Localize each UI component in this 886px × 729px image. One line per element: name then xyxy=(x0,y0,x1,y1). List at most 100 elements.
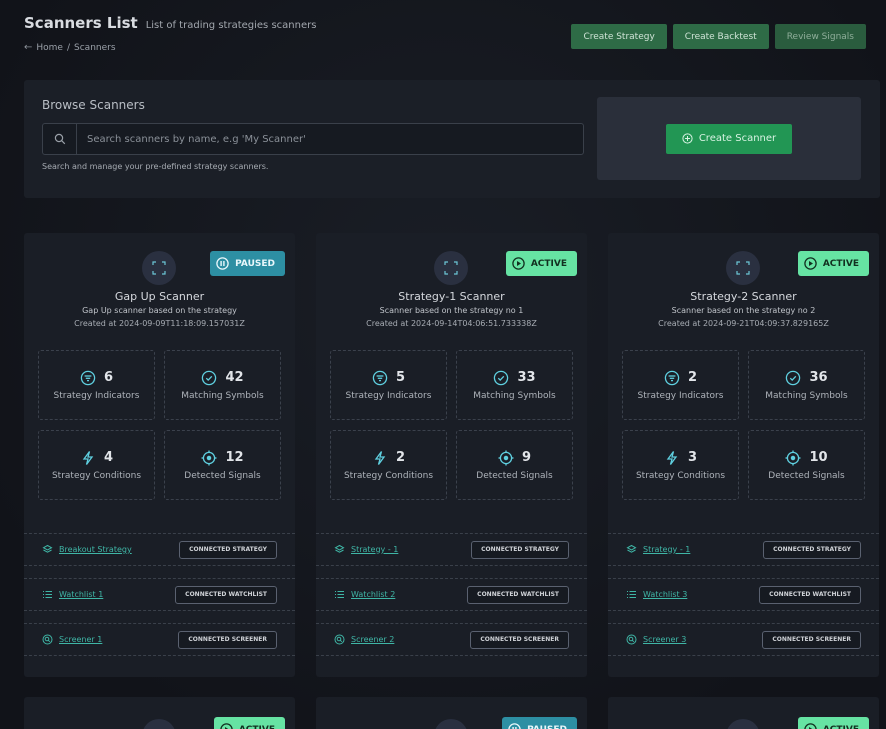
stat-indicators: 6 Strategy Indicators xyxy=(38,350,155,420)
layers-icon xyxy=(42,544,53,555)
stat-label: Matching Symbols xyxy=(473,390,556,401)
page-title: Scanners List xyxy=(24,14,138,32)
scanner-card[interactable]: ACTIVE xyxy=(24,697,295,729)
connected-watchlist-badge: CONNECTED WATCHLIST xyxy=(759,585,861,604)
status-badge[interactable]: ACTIVE xyxy=(797,717,869,729)
filter-icon xyxy=(80,370,96,386)
connected-screener-badge: CONNECTED SCREENER xyxy=(470,630,569,649)
stat-value: 2 xyxy=(687,370,698,385)
screener-link[interactable]: Screener 3 xyxy=(626,634,686,645)
bolt-icon xyxy=(372,450,388,466)
status-badge[interactable]: ACTIVE xyxy=(213,717,285,729)
status-label: PAUSED xyxy=(527,725,567,729)
layers-icon xyxy=(626,544,637,555)
expand-icon[interactable] xyxy=(434,719,468,729)
list-icon xyxy=(626,589,637,600)
status-label: ACTIVE xyxy=(823,725,859,729)
scanner-card[interactable]: ACTIVE Strategy-1 Scanner Scanner based … xyxy=(316,233,587,677)
stat-value: 33 xyxy=(517,370,536,385)
scanner-card[interactable]: ACTIVE Strategy-2 Scanner Scanner based … xyxy=(608,233,879,677)
pause-icon xyxy=(508,723,521,729)
stat-signals: 10 Detected Signals xyxy=(748,430,865,500)
stat-value: 12 xyxy=(225,450,244,465)
scanner-description: Gap Up scanner based on the strategy xyxy=(82,306,237,315)
stat-signals: 12 Detected Signals xyxy=(164,430,281,500)
create-scanner-button[interactable]: Create Scanner xyxy=(665,123,793,154)
browse-title: Browse Scanners xyxy=(42,98,145,112)
stat-label: Strategy Indicators xyxy=(345,390,432,401)
stat-signals: 9 Detected Signals xyxy=(456,430,573,500)
connected-screener-row: Screener 2 CONNECTED SCREENER xyxy=(316,623,587,656)
stat-label: Detected Signals xyxy=(184,470,261,481)
stat-conditions: 3 Strategy Conditions xyxy=(622,430,739,500)
connected-watchlist-row: Watchlist 1 CONNECTED WATCHLIST xyxy=(24,578,295,611)
status-badge[interactable]: PAUSED xyxy=(210,251,285,276)
connected-strategy-badge: CONNECTED STRATEGY xyxy=(179,540,277,559)
search-input[interactable]: Search scanners by name, e.g 'My Scanner… xyxy=(42,123,584,155)
stat-value: 36 xyxy=(809,370,828,385)
scanner-name: Strategy-1 Scanner xyxy=(398,290,505,303)
bolt-icon xyxy=(80,450,96,466)
status-badge[interactable]: ACTIVE xyxy=(505,251,577,276)
check-circle-icon xyxy=(493,370,509,386)
strategy-link[interactable]: Strategy - 1 xyxy=(334,544,398,555)
stat-label: Detected Signals xyxy=(476,470,553,481)
stat-label: Strategy Indicators xyxy=(53,390,140,401)
stat-label: Strategy Indicators xyxy=(637,390,724,401)
stat-conditions: 2 Strategy Conditions xyxy=(330,430,447,500)
play-icon xyxy=(804,257,817,270)
scanner-created: Created at 2024-09-21T04:09:37.829165Z xyxy=(658,319,829,328)
status-label: PAUSED xyxy=(235,258,275,269)
expand-icon[interactable] xyxy=(726,251,760,285)
browse-scanners-panel: Browse Scanners Search scanners by name,… xyxy=(24,80,880,198)
search-placeholder: Search scanners by name, e.g 'My Scanner… xyxy=(87,133,306,145)
screener-icon xyxy=(334,634,345,645)
stat-indicators: 2 Strategy Indicators xyxy=(622,350,739,420)
stat-matching: 33 Matching Symbols xyxy=(456,350,573,420)
screener-link[interactable]: Screener 2 xyxy=(334,634,394,645)
expand-icon[interactable] xyxy=(434,251,468,285)
expand-icon[interactable] xyxy=(726,719,760,729)
page-header: Scanners List List of trading strategies… xyxy=(24,14,316,53)
scanner-created: Created at 2024-09-14T04:06:51.733338Z xyxy=(366,319,537,328)
scanner-card[interactable]: PAUSED xyxy=(316,697,587,729)
create-backtest-button[interactable]: Create Backtest xyxy=(672,24,769,49)
layers-icon xyxy=(334,544,345,555)
status-badge[interactable]: ACTIVE xyxy=(797,251,869,276)
watchlist-link[interactable]: Watchlist 3 xyxy=(626,589,687,600)
screener-icon xyxy=(626,634,637,645)
stat-label: Strategy Conditions xyxy=(635,470,726,481)
breadcrumb-home[interactable]: Home xyxy=(36,43,63,53)
check-circle-icon xyxy=(201,370,217,386)
stat-value: 6 xyxy=(103,370,114,385)
connected-screener-badge: CONNECTED SCREENER xyxy=(762,630,861,649)
create-scanner-panel: Create Scanner xyxy=(597,97,861,180)
scanner-card[interactable]: ACTIVE xyxy=(608,697,879,729)
breadcrumb: ← Home / Scanners xyxy=(24,42,316,53)
stat-value: 42 xyxy=(225,370,244,385)
review-signals-button[interactable]: Review Signals xyxy=(774,24,866,49)
connected-screener-badge: CONNECTED SCREENER xyxy=(178,630,277,649)
status-label: ACTIVE xyxy=(822,258,859,269)
expand-icon[interactable] xyxy=(142,251,176,285)
screener-link[interactable]: Screener 1 xyxy=(42,634,102,645)
scanner-name: Strategy-2 Scanner xyxy=(690,290,797,303)
stat-value: 9 xyxy=(521,450,532,465)
connected-watchlist-row: Watchlist 3 CONNECTED WATCHLIST xyxy=(608,578,879,611)
stat-label: Strategy Conditions xyxy=(51,470,142,481)
back-arrow-icon[interactable]: ← xyxy=(24,42,32,53)
stat-value: 10 xyxy=(809,450,828,465)
strategy-link[interactable]: Strategy - 1 xyxy=(626,544,690,555)
watchlist-link[interactable]: Watchlist 1 xyxy=(42,589,103,600)
stat-label: Strategy Conditions xyxy=(343,470,434,481)
status-badge[interactable]: PAUSED xyxy=(502,717,577,729)
scanner-card[interactable]: PAUSED Gap Up Scanner Gap Up scanner bas… xyxy=(24,233,295,677)
target-icon xyxy=(498,450,514,466)
stat-matching: 36 Matching Symbols xyxy=(748,350,865,420)
watchlist-link[interactable]: Watchlist 2 xyxy=(334,589,395,600)
expand-icon[interactable] xyxy=(142,719,176,729)
screener-icon xyxy=(42,634,53,645)
header-actions: Create Strategy Create Backtest Review S… xyxy=(571,24,866,49)
create-strategy-button[interactable]: Create Strategy xyxy=(571,24,667,49)
strategy-link[interactable]: Breakout Strategy xyxy=(42,544,132,555)
